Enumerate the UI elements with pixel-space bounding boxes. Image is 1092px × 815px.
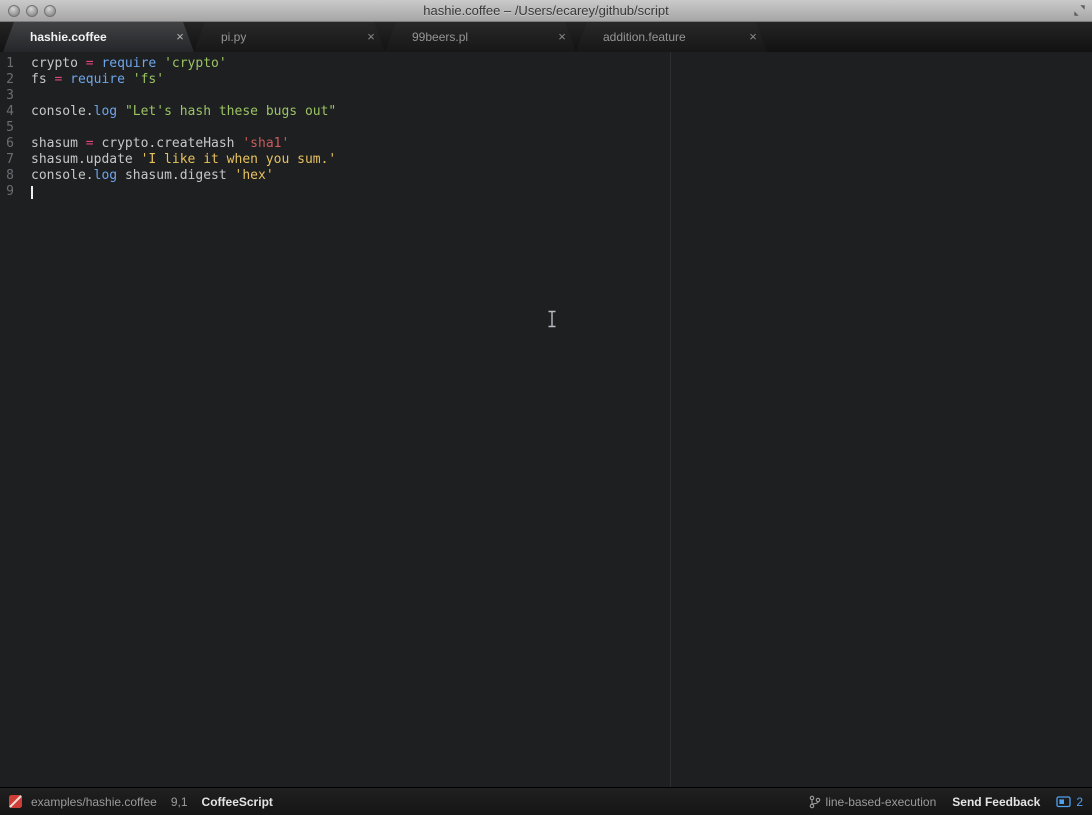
file-path[interactable]: examples/hashie.coffee: [31, 795, 157, 809]
line-number: 6: [0, 136, 14, 152]
line-number: 8: [0, 168, 14, 184]
tab-close-icon[interactable]: ×: [555, 30, 569, 44]
window-controls: [8, 5, 56, 17]
editor-lines: 1crypto = require 'crypto'2fs = require …: [0, 56, 1092, 200]
status-bar: examples/hashie.coffee 9,1 CoffeeScript …: [0, 787, 1092, 815]
tab-label: 99beers.pl: [412, 30, 468, 44]
line-number: 5: [0, 120, 14, 136]
tab-close-icon[interactable]: ×: [746, 30, 760, 44]
code-line[interactable]: 9: [0, 184, 1092, 200]
close-window-button[interactable]: [8, 5, 20, 17]
badge-icon[interactable]: [1056, 796, 1072, 808]
branch-name[interactable]: line-based-execution: [826, 795, 937, 809]
editor[interactable]: 1crypto = require 'crypto'2fs = require …: [0, 52, 1092, 787]
tab-hashie-coffee[interactable]: hashie.coffee ×: [3, 22, 194, 52]
line-number: 2: [0, 72, 14, 88]
tab-close-icon[interactable]: ×: [173, 30, 187, 44]
code-line[interactable]: 2fs = require 'fs': [0, 72, 1092, 88]
code-line[interactable]: 8console.log shasum.digest 'hex': [0, 168, 1092, 184]
line-number: 7: [0, 152, 14, 168]
line-number: 4: [0, 104, 14, 120]
grammar-name[interactable]: CoffeeScript: [202, 795, 273, 809]
code-line[interactable]: 5: [0, 120, 1092, 136]
git-branch-icon: [809, 795, 821, 809]
modified-indicator-icon[interactable]: [9, 795, 22, 808]
line-number: 9: [0, 184, 14, 200]
tab-pi-py[interactable]: pi.py ×: [194, 22, 385, 52]
code-line[interactable]: 6shasum = crypto.createHash 'sha1': [0, 136, 1092, 152]
code-text: [14, 120, 31, 136]
wrap-guide-line: [670, 52, 671, 787]
tab-label: addition.feature: [603, 30, 686, 44]
send-feedback-button[interactable]: Send Feedback: [952, 795, 1040, 809]
cursor-position[interactable]: 9,1: [171, 795, 188, 809]
tab-close-icon[interactable]: ×: [364, 30, 378, 44]
tab-label: hashie.coffee: [30, 30, 107, 44]
zoom-window-button[interactable]: [44, 5, 56, 17]
code-line[interactable]: 4console.log "Let's hash these bugs out": [0, 104, 1092, 120]
code-text: shasum.update 'I like it when you sum.': [14, 152, 336, 168]
line-number: 3: [0, 88, 14, 104]
title-bar: hashie.coffee – /Users/ecarey/github/scr…: [0, 0, 1092, 22]
code-line[interactable]: 3: [0, 88, 1092, 104]
code-text: [14, 184, 33, 200]
code-text: shasum = crypto.createHash 'sha1': [14, 136, 289, 152]
tab-addition-feature[interactable]: addition.feature ×: [576, 22, 767, 52]
code-text: console.log "Let's hash these bugs out": [14, 104, 336, 120]
code-line[interactable]: 7shasum.update 'I like it when you sum.': [0, 152, 1092, 168]
i-beam-cursor: [546, 310, 558, 328]
code-text: fs = require 'fs': [14, 72, 164, 88]
fullscreen-icon[interactable]: [1072, 3, 1087, 18]
code-text: console.log shasum.digest 'hex': [14, 168, 274, 184]
code-line[interactable]: 1crypto = require 'crypto': [0, 56, 1092, 72]
tab-99beers-pl[interactable]: 99beers.pl ×: [385, 22, 576, 52]
minimize-window-button[interactable]: [26, 5, 38, 17]
code-text: [14, 88, 31, 104]
badge-count[interactable]: 2: [1076, 795, 1083, 809]
code-text: crypto = require 'crypto': [14, 56, 227, 72]
tab-bar: hashie.coffee × pi.py × 99beers.pl × add…: [0, 22, 1092, 52]
tab-label: pi.py: [221, 30, 246, 44]
window-title: hashie.coffee – /Users/ecarey/github/scr…: [423, 3, 668, 18]
text-caret: [31, 186, 33, 199]
line-number: 1: [0, 56, 14, 72]
